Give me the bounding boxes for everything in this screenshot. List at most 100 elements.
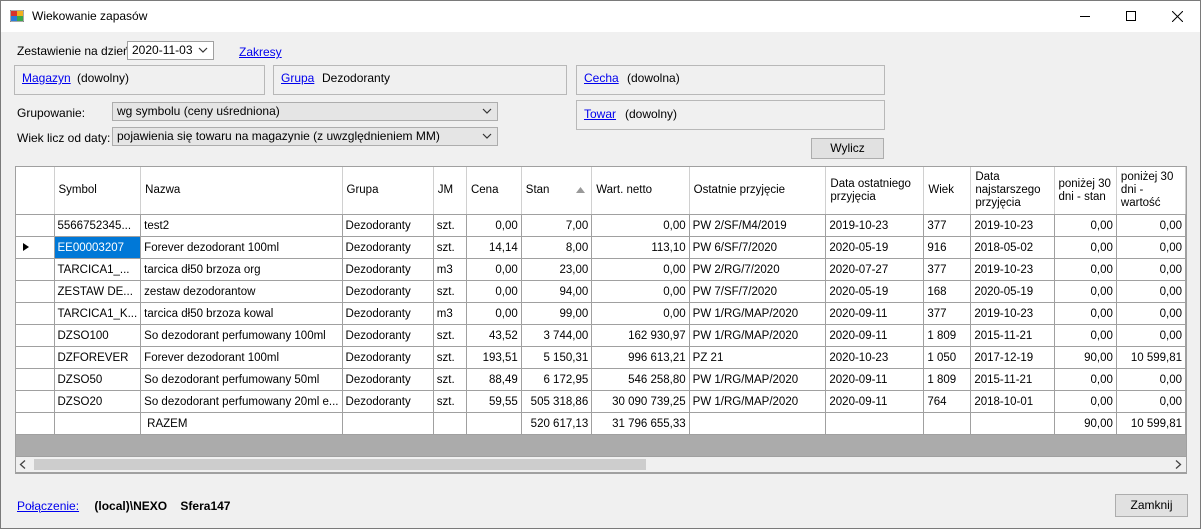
table-cell[interactable]: So dezodorant perfumowany 100ml	[140, 324, 343, 347]
table-cell[interactable]: 1 809	[923, 368, 972, 391]
col-ponizej-wartosc[interactable]: poniżej 30 dni - wartość	[1116, 167, 1186, 215]
row-header[interactable]	[16, 280, 55, 303]
table-cell[interactable]: 2019-10-23	[970, 258, 1055, 281]
table-cell[interactable]: PZ 21	[689, 346, 827, 369]
date-picker[interactable]: 2020-11-03	[127, 41, 214, 60]
table-cell[interactable]: zestaw dezodorantow	[140, 280, 343, 303]
table-cell[interactable]: tarcica dł50 brzoza org	[140, 258, 343, 281]
table-cell[interactable]: test2	[140, 214, 343, 237]
scroll-right-icon[interactable]	[1174, 460, 1182, 469]
table-cell[interactable]: 99,00	[521, 302, 593, 325]
col-symbol[interactable]: Symbol	[54, 167, 142, 215]
col-jm[interactable]: JM	[433, 167, 467, 215]
table-cell[interactable]: Dezodoranty	[342, 302, 434, 325]
col-nazwa[interactable]: Nazwa	[140, 167, 343, 215]
table-cell[interactable]: DZSO50	[54, 368, 142, 391]
table-cell[interactable]: 3 744,00	[521, 324, 593, 347]
table-cell[interactable]: 5 150,31	[521, 346, 593, 369]
table-cell[interactable]: 2019-10-23	[970, 302, 1055, 325]
table-cell[interactable]: Forever dezodorant 100ml	[140, 236, 343, 259]
table-cell[interactable]: 2017-12-19	[970, 346, 1055, 369]
table-cell[interactable]: 377	[923, 214, 972, 237]
col-wiek[interactable]: Wiek	[923, 167, 972, 215]
table-cell[interactable]: 113,10	[591, 236, 690, 259]
maximize-button[interactable]	[1108, 1, 1154, 32]
table-cell[interactable]: 0,00	[1054, 280, 1117, 303]
wylicz-button[interactable]: Wylicz	[811, 138, 884, 159]
table-cell[interactable]: 2018-10-01	[970, 390, 1055, 413]
table-cell[interactable]: 10 599,81	[1116, 346, 1186, 369]
table-cell[interactable]: 0,00	[1054, 368, 1117, 391]
table-row[interactable]: TARCICA1_K... tarcica dł50 brzoza kowal De…	[16, 302, 1186, 325]
table-cell[interactable]: 0,00	[591, 302, 690, 325]
table-cell[interactable]: 2020-09-11	[825, 302, 925, 325]
col-grupa[interactable]: Grupa	[342, 167, 434, 215]
table-cell[interactable]: PW 1/RG/MAP/2020	[689, 368, 827, 391]
table-row[interactable]: ZESTAW DE... zestaw dezodorantow Dezodoran…	[16, 280, 1186, 303]
table-row[interactable]: DZSO50 So dezodorant perfumowany 50ml Dezo…	[16, 368, 1186, 391]
table-cell[interactable]: 0,00	[1116, 368, 1186, 391]
table-cell[interactable]: 2015-11-21	[970, 324, 1055, 347]
table-cell[interactable]: 30 090 739,25	[591, 390, 690, 413]
table-cell[interactable]: Dezodoranty	[342, 258, 434, 281]
row-header[interactable]	[16, 390, 55, 413]
table-row[interactable]: DZSO20 So dezodorant perfumowany 20ml e..…	[16, 390, 1186, 413]
col-wartosc[interactable]: Wart. netto	[591, 167, 690, 215]
table-cell[interactable]: 1 809	[923, 324, 972, 347]
table-cell[interactable]: szt.	[433, 390, 467, 413]
table-cell[interactable]: m3	[433, 302, 467, 325]
table-cell[interactable]: DZSO20	[54, 390, 142, 413]
table-row[interactable]: 5566752345... test2 Dezodoranty szt. 0,00 7,0…	[16, 214, 1186, 237]
table-cell[interactable]: 0,00	[466, 258, 522, 281]
table-cell[interactable]: 0,00	[591, 214, 690, 237]
table-cell[interactable]: So dezodorant perfumowany 20ml e...	[140, 390, 343, 413]
table-cell[interactable]: 2020-05-19	[970, 280, 1055, 303]
table-cell[interactable]: 6 172,95	[521, 368, 593, 391]
table-cell[interactable]: 0,00	[1116, 280, 1186, 303]
minimize-button[interactable]	[1062, 1, 1108, 32]
table-cell[interactable]: 8,00	[521, 236, 593, 259]
table-cell[interactable]: EE00003207	[54, 236, 142, 259]
table-cell[interactable]: 0,00	[1054, 236, 1117, 259]
col-cena[interactable]: Cena	[466, 167, 522, 215]
table-cell[interactable]: 0,00	[1116, 324, 1186, 347]
table-cell[interactable]: 0,00	[466, 280, 522, 303]
table-cell[interactable]: 0,00	[466, 214, 522, 237]
table-cell[interactable]: 0,00	[1054, 390, 1117, 413]
table-cell[interactable]: 5566752345...	[54, 214, 142, 237]
col-stan[interactable]: Stan	[521, 167, 593, 215]
table-cell[interactable]: 1 050	[923, 346, 972, 369]
towar-link[interactable]: Towar	[584, 107, 616, 121]
table-cell[interactable]: 90,00	[1054, 346, 1117, 369]
table-cell[interactable]: szt.	[433, 324, 467, 347]
table-cell[interactable]: 2020-09-11	[825, 368, 925, 391]
wiek-select[interactable]: pojawienia się towaru na magazynie (z uw…	[112, 127, 498, 146]
scrollbar-thumb[interactable]	[34, 459, 646, 470]
cecha-link[interactable]: Cecha	[584, 71, 619, 85]
table-cell[interactable]: 88,49	[466, 368, 522, 391]
table-cell[interactable]: szt.	[433, 236, 467, 259]
grupowanie-select[interactable]: wg symbolu (ceny uśredniona)	[112, 102, 498, 121]
table-cell[interactable]: 59,55	[466, 390, 522, 413]
table-cell[interactable]: 546 258,80	[591, 368, 690, 391]
table-cell[interactable]: 2020-10-23	[825, 346, 925, 369]
table-cell[interactable]: PW 7/SF/7/2020	[689, 280, 827, 303]
table-cell[interactable]: PW 1/RG/MAP/2020	[689, 324, 827, 347]
table-cell[interactable]: 2020-09-11	[825, 390, 925, 413]
table-cell[interactable]: Dezodoranty	[342, 236, 434, 259]
table-cell[interactable]: 2019-10-23	[825, 214, 925, 237]
table-cell[interactable]: PW 6/SF/7/2020	[689, 236, 827, 259]
grupa-link[interactable]: Grupa	[281, 71, 314, 85]
table-cell[interactable]: szt.	[433, 346, 467, 369]
table-cell[interactable]: ZESTAW DE...	[54, 280, 142, 303]
table-cell[interactable]: PW 1/RG/MAP/2020	[689, 302, 827, 325]
table-cell[interactable]: 0,00	[1054, 302, 1117, 325]
table-cell[interactable]: szt.	[433, 214, 467, 237]
table-cell[interactable]: 0,00	[1054, 258, 1117, 281]
table-cell[interactable]: Dezodoranty	[342, 390, 434, 413]
table-cell[interactable]: 162 930,97	[591, 324, 690, 347]
col-data-najstarszego[interactable]: Data najstarszego przyjęcia	[970, 167, 1055, 215]
row-header[interactable]	[16, 302, 55, 325]
table-row[interactable]: TARCICA1_... tarcica dł50 brzoza org Dezod…	[16, 258, 1186, 281]
row-header[interactable]	[16, 214, 55, 237]
